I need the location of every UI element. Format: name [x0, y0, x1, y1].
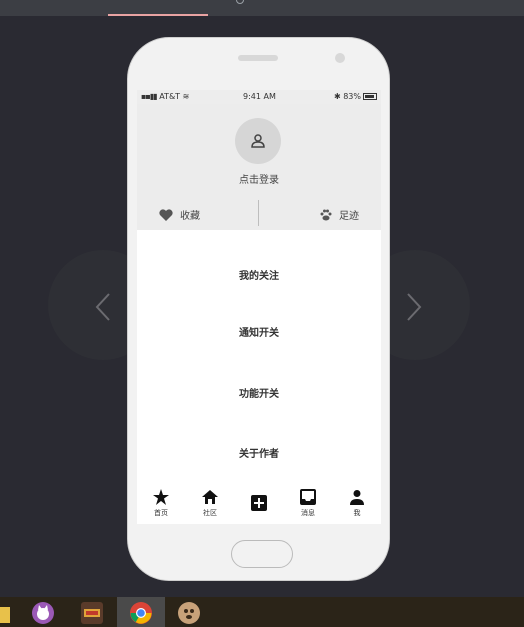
menu-item-features[interactable]: 功能开关 [137, 385, 381, 400]
profile-actions: 收藏 足迹 [137, 200, 381, 228]
favorites-button[interactable]: 收藏 [159, 207, 200, 222]
login-link[interactable]: 点击登录 [137, 171, 381, 186]
add-box-icon [251, 495, 267, 511]
inbox-icon [300, 489, 316, 505]
active-tab-indicator[interactable] [108, 14, 208, 16]
tab-community-label: 社区 [203, 509, 217, 517]
paw-icon [320, 209, 332, 220]
status-bar: ▪▪▮▮ AT&T ≋ 9:41 AM ✱ 83% [137, 90, 381, 104]
menu-item-about-author[interactable]: 关于作者 [137, 445, 381, 460]
tab-home-label: 首页 [154, 509, 168, 517]
tab-community[interactable]: 社区 [190, 488, 230, 517]
folder-icon[interactable] [0, 601, 10, 625]
cat-app-icon[interactable] [31, 601, 55, 625]
dog-avatar-icon[interactable] [177, 601, 201, 625]
browser-tab-bar [0, 0, 524, 16]
person-icon [350, 490, 364, 505]
tab-add-label [239, 514, 279, 523]
menu-item-notifications[interactable]: 通知开关 [137, 324, 381, 339]
tab-add[interactable] [239, 488, 279, 523]
favorites-label: 收藏 [180, 211, 200, 222]
phone-home-button[interactable] [231, 540, 293, 568]
phone-camera [335, 53, 345, 63]
footprints-button[interactable]: 足迹 [319, 207, 359, 222]
tab-me[interactable]: 我 [337, 488, 377, 517]
tab-me-label: 我 [353, 509, 361, 517]
divider [258, 200, 259, 226]
carrier-label: ▪▪▮▮ AT&T ≋ [141, 92, 190, 101]
tab-messages[interactable]: 消息 [288, 488, 328, 517]
os-taskbar [0, 597, 524, 627]
star-icon [153, 489, 169, 505]
avatar[interactable] [235, 118, 281, 164]
game-app-icon[interactable] [80, 601, 104, 625]
search-icon[interactable] [236, 0, 244, 4]
battery-status: ✱ 83% [334, 92, 377, 101]
status-time: 9:41 AM [243, 92, 276, 101]
settings-menu: 我的关注 通知开关 功能开关 关于作者 [137, 230, 381, 480]
chevron-left-icon[interactable] [93, 292, 113, 322]
home-icon [202, 490, 218, 504]
user-icon [251, 134, 265, 148]
menu-item-following[interactable]: 我的关注 [137, 267, 381, 282]
chevron-right-icon[interactable] [404, 292, 424, 322]
phone-frame: ▪▪▮▮ AT&T ≋ 9:41 AM ✱ 83% 点击登录 收藏 足迹 我的关… [127, 37, 390, 581]
tab-messages-label: 消息 [301, 509, 315, 517]
footprints-label: 足迹 [339, 211, 359, 222]
heart-icon [159, 208, 173, 221]
battery-icon [363, 93, 377, 100]
chrome-icon[interactable] [129, 601, 153, 625]
tab-home[interactable]: 首页 [141, 488, 181, 517]
phone-speaker [238, 55, 278, 61]
bottom-tab-bar: 首页 社区 消息 我 [137, 484, 381, 524]
phone-screen: ▪▪▮▮ AT&T ≋ 9:41 AM ✱ 83% 点击登录 收藏 足迹 我的关… [137, 90, 381, 524]
profile-header: 点击登录 收藏 足迹 [137, 104, 381, 230]
